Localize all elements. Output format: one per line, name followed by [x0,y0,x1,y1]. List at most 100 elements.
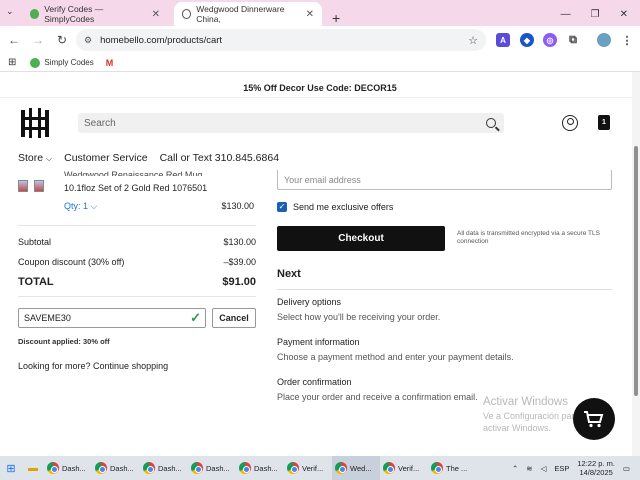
homebello-logo[interactable] [18,106,52,140]
chrome-icon [383,462,395,474]
forward-icon[interactable]: → [26,33,50,47]
account-icon[interactable] [562,115,578,131]
total-row: TOTAL $91.00 [18,276,256,288]
reload-icon[interactable]: ↻ [50,33,74,47]
nav-customer-service[interactable]: Customer Service [64,152,147,164]
url-text: homebello.com/products/cart [100,34,223,46]
back-icon[interactable]: ← [2,33,26,47]
apps-grid-icon[interactable]: ⊞ [8,57,16,68]
offers-label: Send me exclusive offers [293,202,394,212]
bookmark-gmail[interactable]: M [106,58,114,68]
next-heading: Next [277,268,301,280]
discount-applied-note: Discount applied: 30% off [18,337,110,346]
email-field[interactable]: Your email address [277,170,612,190]
product-name-line2[interactable]: 10.1floz Set of 2 Gold Red 1076501 [64,183,207,193]
cancel-promo-button[interactable]: Cancel [212,308,256,328]
product-thumbnail[interactable] [18,180,52,194]
notifications-icon[interactable]: ▭ [623,464,630,473]
subtotal-row: Subtotal $130.00 [18,237,256,247]
taskbar-label: Wed... [350,463,372,473]
taskbar-label: Dash... [158,463,182,473]
chrome-icon [95,462,107,474]
offers-checkbox[interactable]: ✓ [277,202,287,212]
restore-icon[interactable]: ❐ [591,9,600,20]
close-tab-icon[interactable]: ✕ [306,9,314,20]
quantity-select[interactable]: Qty: 1 ⌵ [64,201,97,212]
discount-row: Coupon discount (30% off) –$39.00 [18,257,256,267]
continue-shopping-link[interactable]: Looking for more? Continue shopping [18,361,168,371]
chrome-icon [239,462,251,474]
extension-a-icon[interactable]: A [496,33,510,47]
main-nav: Store ⌵ Customer Service Call or Text 31… [18,152,279,164]
divider [18,296,256,297]
taskbar-item[interactable]: Dash... [140,456,188,480]
discount-value: –$39.00 [223,257,256,267]
promo-code-input[interactable]: SAVEME30 ✓ [18,308,206,328]
chevron-down-icon: ⌵ [46,154,53,163]
file-explorer-icon[interactable]: ▬ [22,463,44,474]
language-indicator[interactable]: ESP [554,464,569,473]
wifi-icon[interactable]: ≋ [526,464,532,473]
promo-code-value: SAVEME30 [24,313,71,323]
cart-bag-icon[interactable]: 1 [598,115,610,130]
url-bar[interactable]: ⚙ homebello.com/products/cart ☆ [76,29,486,51]
page-scrollbar[interactable] [632,72,640,456]
taskbar-label: Dash... [110,463,134,473]
subtotal-label: Subtotal [18,237,52,247]
extension-circle-icon[interactable]: ◎ [543,33,557,47]
nav-store-label: Store [18,152,44,164]
taskbar-label: Verif... [398,463,420,473]
bookmarks-bar: ⊞ Simply Codes M [0,54,640,72]
volume-icon[interactable]: ◁ [541,464,547,473]
taskbar-item-active[interactable]: Wed... [332,456,380,480]
chrome-icon [431,462,443,474]
chevron-up-icon[interactable]: ⌃ [512,464,518,473]
taskbar-item[interactable]: Verif... [284,456,332,480]
start-icon[interactable]: ⊞ [0,462,22,475]
site-info-icon[interactable]: ⚙ [84,35,92,46]
tab-wedgwood[interactable]: Wedgwood Dinnerware China, ✕ [174,2,322,26]
new-tab-icon[interactable]: + [332,10,340,26]
chrome-icon [191,462,203,474]
scrollbar-thumb[interactable] [634,146,638,396]
product-name-line1[interactable]: Wedgwood Renaissance Red Mug 300ml [64,170,224,176]
nav-store[interactable]: Store ⌵ [18,152,52,164]
close-tab-icon[interactable]: ✕ [152,9,160,20]
checkout-button[interactable]: Checkout [277,226,445,251]
total-label: TOTAL [18,276,54,288]
clock[interactable]: 12:22 p. m. 14/8/2025 [577,459,615,477]
menu-kebab-icon[interactable]: ⋮ [620,33,634,47]
search-input[interactable]: Search [78,113,504,133]
close-window-icon[interactable]: ✕ [620,9,628,20]
cart-icon [584,411,604,428]
taskbar-item[interactable]: Dash... [236,456,284,480]
tab-search-icon[interactable]: ⌄ [6,6,14,17]
shield-extension-icon[interactable]: ◆ [520,33,534,47]
extensions-puzzle-icon[interactable]: ⧉ [566,33,580,47]
nav-phone[interactable]: Call or Text 310.845.6864 [160,152,279,164]
taskbar-item[interactable]: Dash... [44,456,92,480]
taskbar-label: The ... [446,463,468,473]
windows-taskbar: ⊞ ▬ Dash... Dash... Dash... Dash... Dash… [0,456,640,480]
search-icon[interactable] [486,118,496,128]
step-payment-desc: Choose a payment method and enter your p… [277,352,514,362]
taskbar-label: Dash... [206,463,230,473]
clock-date: 14/8/2025 [579,468,613,477]
chevron-down-icon: ⌵ [90,201,98,211]
profile-avatar[interactable] [597,33,611,47]
minimize-icon[interactable]: — [561,9,571,20]
simplycodes-favicon-icon [30,9,40,19]
taskbar-item[interactable]: Dash... [92,456,140,480]
step-payment-title: Payment information [277,337,360,347]
floating-cart-button[interactable] [573,398,615,440]
taskbar-item[interactable]: Verif... [380,456,428,480]
bookmark-simply-codes[interactable]: Simply Codes [30,57,94,68]
taskbar-item[interactable]: Dash... [188,456,236,480]
globe-favicon-icon [182,9,192,19]
total-value: $91.00 [222,276,256,288]
chrome-icon [287,462,299,474]
taskbar-item[interactable]: The ... [428,456,476,480]
tab-verify-codes[interactable]: Verify Codes — SimplyCodes ✕ [22,2,168,26]
chrome-icon [335,462,347,474]
bookmark-star-icon[interactable]: ☆ [468,34,478,47]
